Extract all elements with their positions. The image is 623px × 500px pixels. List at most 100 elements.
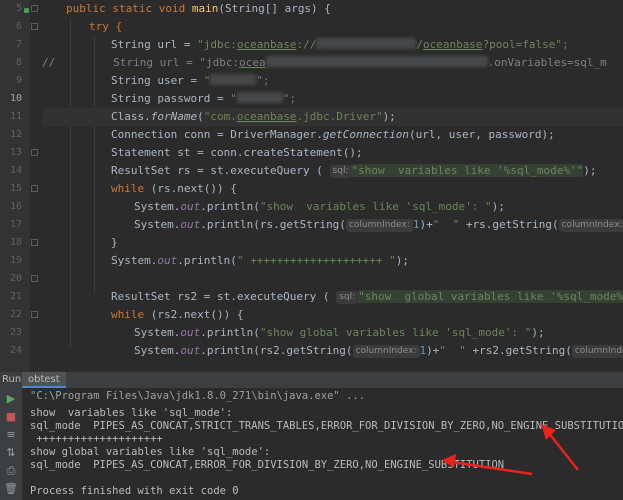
fold-marker[interactable] (31, 23, 38, 30)
code-line-11[interactable]: Class.forName("com.oceanbase.jdbc.Driver… (42, 108, 623, 126)
code-token: getConnection (322, 128, 410, 141)
line-number: 15 (9, 183, 22, 194)
stop-icon[interactable]: ■ (4, 410, 18, 424)
run-tab-obtest[interactable]: obtest (22, 372, 66, 388)
code-line-18[interactable]: } (42, 234, 623, 252)
line-number: 21 (9, 291, 22, 302)
code-token: String user = (111, 74, 204, 87)
console-output[interactable]: "C:\Program Files\Java\jdk1.8.0_271\bin\… (22, 388, 623, 500)
code-token: "show variables like 'sql_mode': " (259, 200, 492, 213)
console-line: Process finished with exit code 0 (30, 485, 239, 497)
parameter-hint: sql: (329, 165, 352, 178)
redacted-host (265, 56, 488, 67)
code-token: Class. (111, 110, 151, 123)
line-number: 12 (9, 129, 22, 140)
code-line-12[interactable]: Connection conn = DriverManager.getConne… (42, 126, 623, 144)
code-line-9[interactable]: String user = " "; (42, 72, 623, 90)
code-token: .println(rs.getString( (200, 218, 346, 231)
code-token: "show variables like '%sql_mode%'" (351, 164, 584, 177)
code-line-14[interactable]: ResultSet rs = st.executeQuery ( sql: "sh… (42, 162, 623, 180)
code-line-21[interactable]: ResultSet rs2 = st.executeQuery ( sql: "s… (42, 288, 623, 306)
code-line-7[interactable]: String url = "jdbc:oceanbase:///oceanbas… (42, 36, 623, 54)
fold-marker[interactable] (31, 275, 38, 282)
code-token: (rs.next()) { (144, 182, 237, 195)
parameter-hint: columnIndex: (558, 219, 623, 232)
code-token: / (416, 38, 423, 51)
code-token: oceanbase (422, 38, 483, 51)
rerun-icon[interactable]: ▶ (4, 392, 18, 406)
code-line-23[interactable]: System.out.println("show global variable… (42, 324, 623, 342)
line-number: 7 (15, 39, 22, 50)
code-line-6[interactable]: try { (42, 18, 623, 36)
code-token: ocea (239, 56, 266, 69)
code-token: " ++++++++++++++++++++ " (236, 254, 396, 267)
sort-icon[interactable]: ⇅ (4, 446, 18, 460)
trash-icon[interactable]: 🗑 (4, 482, 18, 496)
code-token: String url = (113, 56, 200, 69)
code-line-17[interactable]: System.out.println(rs.getString(columnIn… (42, 216, 623, 234)
code-line-5[interactable]: public static void main(String[] args) { (42, 0, 623, 18)
parameter-hint: sql: (336, 291, 359, 304)
code-editor[interactable]: 5 6 7 8 9 10 11 12 13 14 15 16 17 18 19 20 21 22 23 24 publ… (0, 0, 623, 371)
fold-marker[interactable] (31, 185, 38, 192)
code-token: String url = (111, 38, 198, 51)
console-line: sql_mode PIPES_AS_CONCAT,ERROR_FOR_DIVIS… (30, 459, 505, 471)
code-line-19[interactable]: System.out.println(" +++++++++++++++++++… (42, 252, 623, 270)
code-token: out (180, 326, 201, 339)
line-number: 8 (15, 57, 22, 68)
code-token: ); (382, 110, 396, 123)
code-token: oceanbase (236, 110, 297, 123)
code-token: +rs.getString( (459, 218, 559, 231)
line-number: 23 (9, 327, 22, 338)
print-icon[interactable]: ⎙ (4, 464, 18, 478)
code-token: .println( (177, 254, 237, 267)
parameter-hint: columnIndex: (352, 345, 420, 358)
run-gutter-icon[interactable] (24, 8, 29, 13)
code-token: ); (491, 200, 505, 213)
code-line-15[interactable]: while (rs.next()) { (42, 180, 623, 198)
code-token: } (111, 236, 118, 249)
code-token: System. (134, 344, 181, 357)
fold-marker[interactable] (31, 239, 38, 246)
line-number: 10 (9, 93, 22, 104)
code-token: out (180, 218, 201, 231)
fold-marker[interactable] (31, 149, 38, 156)
code-token: " " (432, 218, 460, 231)
code-token: Connection conn = DriverManager. (111, 128, 323, 141)
code-token: +rs2.getString( (465, 344, 572, 357)
code-token: System. (134, 200, 181, 213)
code-token: String password = (111, 92, 231, 105)
run-tool-window-header: Run: obtest (0, 371, 623, 388)
code-token: public static void (66, 2, 192, 15)
code-line-8[interactable]: // String url = "jdbc:ocea .onVariables=sq… (42, 54, 623, 72)
code-token: )+ (419, 218, 433, 231)
fold-marker[interactable] (31, 311, 38, 318)
scroll-icon[interactable]: ≡ (4, 428, 18, 442)
code-line-10[interactable]: String password = " "; (42, 90, 623, 108)
fold-marker[interactable] (31, 5, 38, 12)
code-line-24[interactable]: System.out.println(rs2.getString(columnI… (42, 342, 623, 360)
code-token: Statement st = conn.createStatement(); (111, 146, 363, 159)
code-line-22[interactable]: while (rs2.next()) { (42, 306, 623, 324)
code-token: try { (89, 20, 123, 33)
code-token: ); (531, 326, 545, 339)
code-token: .println( (200, 200, 260, 213)
code-token: main (191, 2, 219, 15)
code-token: while (111, 182, 145, 195)
code-token: ); (395, 254, 410, 267)
code-token: " (203, 74, 211, 87)
redacted-host (316, 38, 417, 49)
line-number: 20 (9, 273, 22, 284)
line-number: 24 (9, 345, 22, 356)
code-token: )+ (426, 344, 440, 357)
line-number: 14 (9, 165, 22, 176)
code-token: .jdbc.Driver" (296, 110, 383, 123)
code-token: (String[] args) { (218, 2, 331, 15)
code-line-16[interactable]: System.out.println("show variables like … (42, 198, 623, 216)
code-token: .println( (200, 326, 260, 339)
console-line: "C:\Program Files\Java\jdk1.8.0_271\bin\… (30, 390, 366, 402)
code-line-13[interactable]: Statement st = conn.createStatement(); (42, 144, 623, 162)
code-token: "show global variables like 'sql_mode': … (259, 326, 532, 339)
code-token: "jdbc: (199, 56, 240, 69)
code-token: (url, user, password); (409, 128, 555, 141)
